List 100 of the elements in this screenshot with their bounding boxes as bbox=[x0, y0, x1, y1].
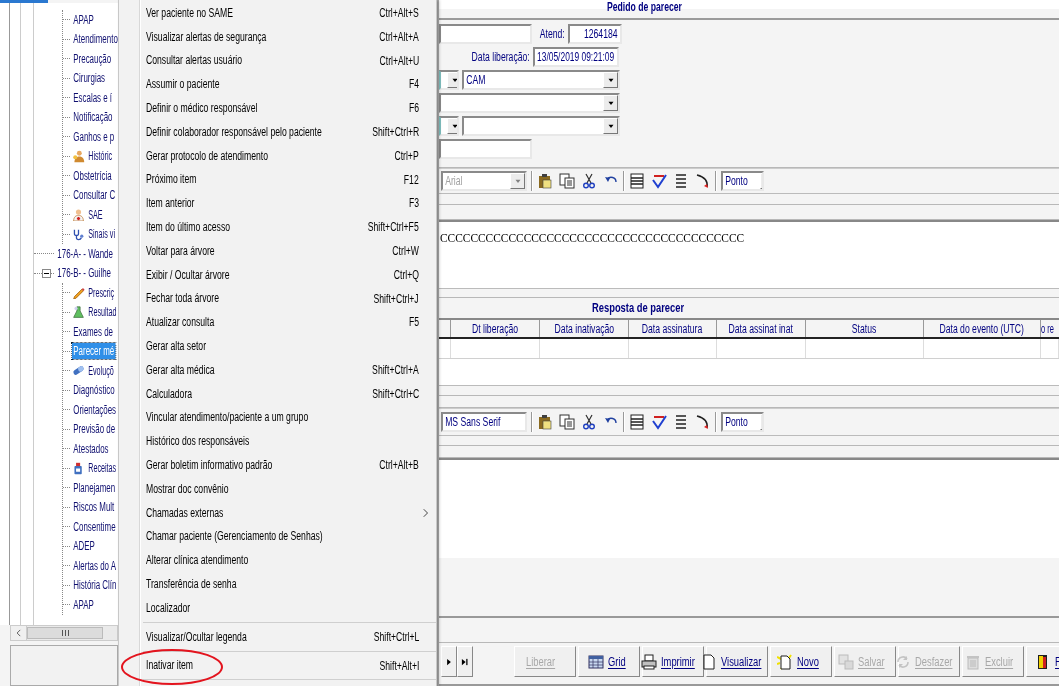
tree-item[interactable]: Planejamen bbox=[72, 479, 117, 496]
scrollbar-thumb[interactable] bbox=[27, 627, 103, 639]
copy-icon[interactable] bbox=[559, 414, 575, 430]
menu-item[interactable]: Mostrar doc convênio bbox=[119, 476, 436, 501]
pen-icon[interactable] bbox=[695, 414, 711, 430]
next-button[interactable] bbox=[441, 646, 457, 677]
menu-item[interactable]: Gerar protocolo de atendimento Ctrl+P bbox=[119, 143, 436, 168]
paste-icon[interactable] bbox=[537, 173, 553, 189]
list-icon[interactable] bbox=[673, 414, 689, 430]
menu-item[interactable]: Atualizar consulta F5 bbox=[119, 310, 436, 335]
input-field[interactable]: 1264184 bbox=[568, 24, 622, 44]
column-header[interactable]: Dt liberação bbox=[451, 320, 540, 337]
column-header[interactable]: Data assinat inat bbox=[717, 320, 806, 337]
menu-item[interactable]: Visualizar/Ocultar legenda Shift+Ctrl+L bbox=[119, 624, 436, 649]
paste-icon[interactable] bbox=[537, 414, 553, 430]
tree-item[interactable]: Notificação bbox=[72, 109, 114, 126]
grid-icon[interactable] bbox=[587, 653, 604, 670]
tree-item[interactable]: Orientações bbox=[72, 401, 118, 418]
spellcheck-icon[interactable] bbox=[651, 414, 667, 430]
tree-item[interactable]: ADEP bbox=[72, 538, 97, 555]
pen-icon[interactable] bbox=[695, 173, 711, 189]
tree-item[interactable]: Alertas do A bbox=[72, 557, 118, 574]
tree-item[interactable]: Riscos Mult bbox=[72, 499, 116, 516]
printer-icon[interactable] bbox=[641, 653, 658, 670]
column-header[interactable]: Status bbox=[806, 320, 924, 337]
input-field[interactable] bbox=[439, 139, 532, 159]
new-page-icon[interactable] bbox=[777, 653, 793, 670]
lines-icon[interactable] bbox=[629, 173, 645, 189]
tree-item[interactable]: APAP bbox=[72, 596, 96, 613]
dropdown[interactable]: CAM bbox=[462, 70, 620, 90]
tree-item[interactable]: Exames de bbox=[72, 323, 115, 340]
tree-item[interactable]: Consultar C bbox=[72, 187, 117, 204]
menu-item[interactable]: Alterar clínica atendimento bbox=[119, 548, 436, 573]
tree-item[interactable]: Previsão de bbox=[72, 421, 117, 438]
toolbar-button[interactable]: Imprimir bbox=[642, 646, 704, 677]
menu-item[interactable]: Gerar alta médica Shift+Ctrl+A bbox=[119, 357, 436, 382]
menu-item[interactable]: Item do último acesso Shift+Ctrl+F5 bbox=[119, 215, 436, 239]
toolbar-button[interactable]: Visualizar bbox=[706, 646, 768, 677]
list-icon[interactable] bbox=[673, 173, 689, 189]
text-editor[interactable]: CCCCCCCCCCCCCCCCCCCCCCCCCCCCCCCCCCCCCCCC bbox=[439, 220, 1059, 288]
font-dropdown[interactable]: MS Sans Serif bbox=[441, 412, 527, 432]
input-field[interactable]: 13/05/2019 09:21:09 bbox=[533, 47, 619, 67]
menu-item[interactable]: Voltar para árvore Ctrl+W bbox=[119, 238, 436, 263]
dropdown[interactable] bbox=[439, 116, 459, 136]
tree-item[interactable]: Escalas e í bbox=[72, 89, 114, 106]
column-header[interactable]: Data assinatura bbox=[629, 320, 717, 337]
menu-item[interactable]: Chamadas externas bbox=[119, 500, 436, 525]
tree-item[interactable]: História Clín bbox=[72, 577, 118, 594]
copy-icon[interactable] bbox=[559, 173, 575, 189]
column-header[interactable]: Data inativação bbox=[540, 320, 629, 337]
tree-item[interactable]: Prescriç bbox=[87, 284, 116, 301]
toolbar-button[interactable]: Novo bbox=[770, 646, 832, 677]
skip-end-icon[interactable] bbox=[460, 656, 470, 667]
menu-item[interactable]: Chamar paciente (Gerenciamento de Senhas) bbox=[119, 524, 436, 549]
menu-item[interactable]: Histórico dos responsáveis bbox=[119, 429, 436, 454]
expand-toggle[interactable] bbox=[42, 268, 51, 278]
unit-dropdown[interactable]: Ponto bbox=[721, 412, 764, 432]
menu-item[interactable]: Definir o médico responsável F6 bbox=[119, 96, 436, 120]
menu-item[interactable]: Consultar alertas usuário Ctrl+Alt+U bbox=[119, 48, 436, 73]
tree-item[interactable]: Evoluçõ bbox=[87, 362, 115, 379]
tree-item[interactable]: Ganhos e p bbox=[72, 128, 116, 145]
menu-item[interactable]: Fechar toda árvore Shift+Ctrl+J bbox=[119, 286, 436, 311]
toolbar-button[interactable]: Grid bbox=[578, 646, 640, 677]
column-header[interactable]: o re bbox=[1041, 320, 1059, 337]
last-button[interactable] bbox=[457, 646, 473, 677]
tree-item[interactable]: Consentime bbox=[72, 518, 117, 535]
menu-item[interactable]: Calculadora Shift+Ctrl+C bbox=[119, 381, 436, 406]
input-field[interactable] bbox=[439, 24, 532, 44]
tree-item[interactable]: SAE bbox=[87, 206, 104, 223]
menu-item[interactable]: Gerar alta setor bbox=[119, 334, 436, 358]
menu-item[interactable]: Exibir / Ocultar árvore Ctrl+Q bbox=[119, 262, 436, 287]
tree-item[interactable]: Cirurgias bbox=[72, 70, 107, 87]
page-icon[interactable] bbox=[701, 653, 718, 670]
tree-item[interactable]: Precaução bbox=[72, 50, 113, 67]
unit-dropdown[interactable]: Ponto bbox=[721, 171, 764, 191]
lines-icon[interactable] bbox=[629, 414, 645, 430]
tree-item[interactable]: Históric bbox=[87, 148, 114, 165]
tree-item[interactable]: Atendimento bbox=[72, 31, 118, 48]
menu-item[interactable]: Item anterior F3 bbox=[119, 191, 436, 216]
horizontal-scrollbar[interactable] bbox=[10, 625, 118, 641]
menu-item[interactable]: Localizador bbox=[119, 595, 436, 620]
menu-item[interactable]: Definir colaborador responsável pelo paciente Shift+Ctrl+R bbox=[119, 120, 436, 144]
tree-item[interactable]: Sinais vi bbox=[87, 226, 117, 243]
column-header[interactable]: Data do evento (UTC) bbox=[924, 320, 1041, 337]
spellcheck-icon[interactable] bbox=[651, 173, 667, 189]
menu-item[interactable]: Gerar boletim informativo padrão Ctrl+Alt+B bbox=[119, 453, 436, 477]
menu-item[interactable]: Assumir o paciente F4 bbox=[119, 72, 436, 97]
menu-item[interactable]: Ver paciente no SAME Ctrl+Alt+S bbox=[119, 1, 436, 25]
tree-node[interactable]: 176-B- - Guilhe bbox=[56, 265, 113, 282]
menu-item[interactable]: Vincular atendimento/paciente a um grupo bbox=[119, 405, 436, 430]
tree-node[interactable]: 176-A- - Wande bbox=[56, 245, 115, 262]
menu-item[interactable]: Inativar item Shift+Alt+I bbox=[119, 653, 436, 678]
tree-item[interactable]: Receitas bbox=[87, 460, 118, 477]
tree-item[interactable]: Atestados bbox=[72, 440, 110, 457]
tree-item[interactable]: Obstetrícia bbox=[72, 167, 113, 184]
tree-item[interactable]: Diagnóstico bbox=[72, 382, 116, 399]
scissors-icon[interactable] bbox=[581, 414, 597, 430]
scissors-icon[interactable] bbox=[581, 173, 597, 189]
tree-item[interactable]: Resultad bbox=[87, 304, 118, 321]
tree-item[interactable]: APAP bbox=[72, 11, 96, 28]
